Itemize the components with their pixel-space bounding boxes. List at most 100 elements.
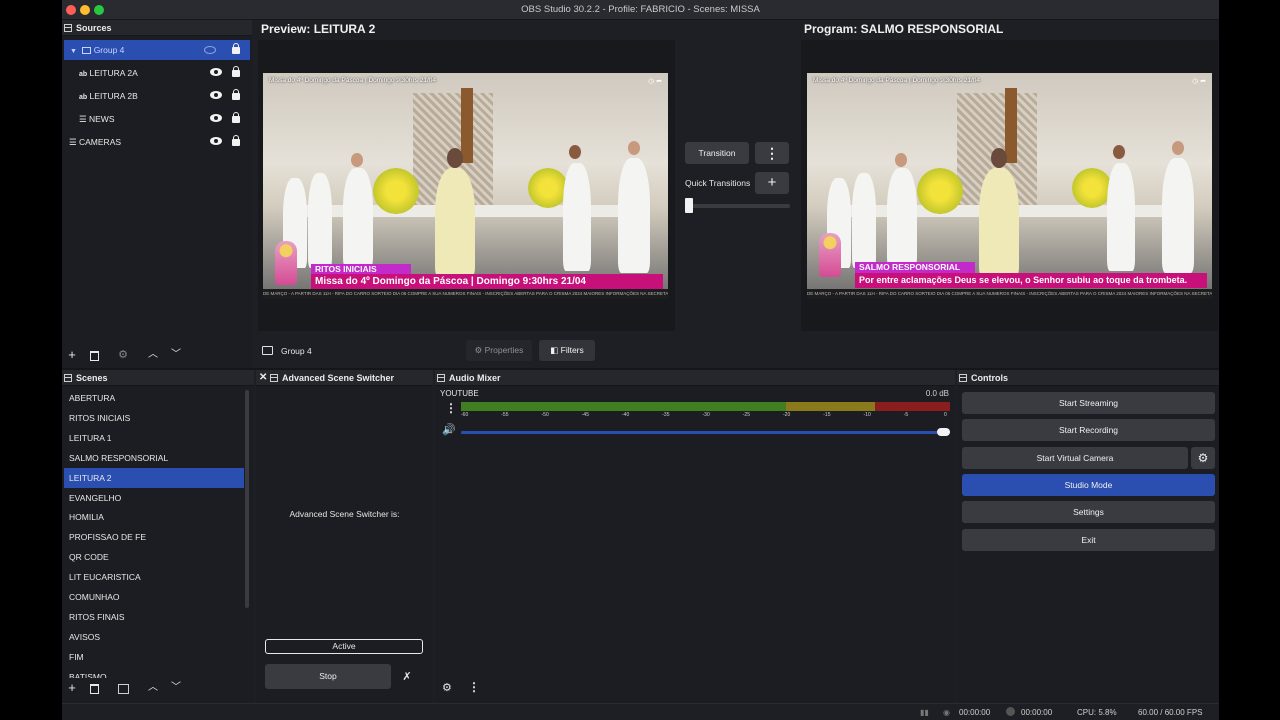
move-down-icon[interactable]: ﹀ xyxy=(168,347,184,363)
source-item-leitura-2b[interactable]: ab LEITURA 2B xyxy=(64,86,250,106)
video-person xyxy=(852,173,876,268)
eye-icon[interactable] xyxy=(210,68,222,76)
streaming-status-icon: ◉ xyxy=(943,708,950,717)
trash-icon[interactable] xyxy=(90,351,99,361)
stream-time: 00:00:00 xyxy=(959,708,991,717)
gear-icon[interactable]: ⚙ xyxy=(115,347,131,363)
add-scene-button[interactable]: + xyxy=(64,680,80,696)
lower-third-big: Missa do 4º Domingo da Páscoa | Domingo … xyxy=(311,274,663,289)
start-streaming-button[interactable]: Start Streaming xyxy=(962,392,1215,414)
eye-icon[interactable] xyxy=(210,91,222,99)
lock-icon[interactable] xyxy=(232,112,240,123)
scene-item[interactable]: FIM xyxy=(64,647,244,667)
add-quick-transition-button[interactable]: + xyxy=(755,172,789,194)
lock-icon[interactable] xyxy=(232,89,240,100)
scene-item[interactable]: LIT EUCARISTICA xyxy=(64,567,244,587)
transition-button[interactable]: Transition xyxy=(685,142,749,164)
eye-icon[interactable] xyxy=(210,137,222,145)
sources-title: Sources xyxy=(76,23,112,33)
lock-icon[interactable] xyxy=(232,66,240,77)
audio-mixer-header: Audio Mixer xyxy=(435,370,955,386)
scene-item[interactable]: EVANGELHO xyxy=(64,488,244,508)
gear-icon: ⚙ xyxy=(474,345,483,355)
scene-item[interactable]: RITOS INICIAIS xyxy=(64,408,244,428)
scene-item[interactable]: AVISOS xyxy=(64,627,244,647)
move-up-icon[interactable]: ︿ xyxy=(145,680,161,696)
video-crucifix xyxy=(1005,88,1017,163)
video-flowers xyxy=(373,168,419,214)
transition-slider-track[interactable] xyxy=(688,204,790,208)
audio-meter-scale: -60 -55 -50 -45 -40 -35 -30 -25 -20 -15 -10 -5 0 xyxy=(461,411,950,421)
transition-slider-handle[interactable] xyxy=(685,198,693,213)
transition-menu-button[interactable]: ⋮ xyxy=(755,142,789,164)
start-virtual-camera-button[interactable]: Start Virtual Camera xyxy=(962,447,1188,469)
add-source-button[interactable]: + xyxy=(64,347,80,363)
meter-scale-label: -60 xyxy=(461,412,469,418)
video-flowers xyxy=(528,168,568,208)
scene-list: ABERTURA RITOS INICIAIS LEITURA 1 SALMO RES… xyxy=(62,388,248,678)
scene-item[interactable]: BATISMO xyxy=(64,667,244,678)
scene-item[interactable]: PROFISSAO DE FE xyxy=(64,527,244,547)
start-recording-button[interactable]: Start Recording xyxy=(962,419,1215,441)
scene-switcher-stop-button[interactable]: Stop xyxy=(265,664,391,689)
scene-item[interactable]: SALMO RESPONSORIAL xyxy=(64,448,244,468)
meter-scale-label: -55 xyxy=(501,412,509,418)
scene-list-scrollbar[interactable] xyxy=(245,390,249,608)
scene-item[interactable]: LEITURA 1 xyxy=(64,428,244,448)
meter-scale-label: -50 xyxy=(541,412,549,418)
audio-menu-icon[interactable]: ⋮ xyxy=(468,680,480,694)
scene-item[interactable]: COMUNHAO xyxy=(64,587,244,607)
source-item-cameras[interactable]: ☰ CAMERAS xyxy=(64,132,250,152)
scene-switcher-title: Advanced Scene Switcher xyxy=(282,373,395,383)
properties-button[interactable]: ⚙ Properties xyxy=(466,340,532,361)
move-up-icon[interactable]: ︿ xyxy=(145,347,161,363)
lock-icon[interactable] xyxy=(232,43,240,54)
eye-icon[interactable] xyxy=(210,114,222,122)
tools-icon[interactable]: ✗ xyxy=(398,668,416,686)
gear-icon[interactable]: ⚙ xyxy=(1191,447,1215,469)
scene-item[interactable]: QR CODE xyxy=(64,547,244,567)
chevron-down-icon[interactable]: ▼ xyxy=(70,48,77,55)
speaker-icon[interactable]: 🔊 xyxy=(442,423,456,436)
trash-icon[interactable] xyxy=(90,684,99,694)
filters-button[interactable]: ◧ Filters xyxy=(539,340,595,361)
controls-dock: Controls Start Streaming Start Recording… xyxy=(957,370,1219,703)
gear-icon[interactable]: ⚙ xyxy=(442,681,452,694)
meter-scale-label: -45 xyxy=(581,412,589,418)
source-label: LEITURA 2B xyxy=(89,91,138,101)
audio-db-value: 0.0 dB xyxy=(925,389,949,398)
volume-slider-track[interactable] xyxy=(461,431,950,434)
video-person xyxy=(979,168,1019,278)
preview-video: Missa do 4º Domingo da Páscoa | Domingo … xyxy=(263,73,668,299)
move-down-icon[interactable]: ﹀ xyxy=(168,680,184,696)
source-item-news[interactable]: ☰ NEWS xyxy=(64,109,250,129)
studio-mode-button[interactable]: Studio Mode xyxy=(962,474,1215,496)
close-icon[interactable]: ✕ xyxy=(259,370,267,386)
source-item-group-4[interactable]: ▼ Group 4 xyxy=(64,40,250,60)
video-person xyxy=(569,145,581,159)
exit-button[interactable]: Exit xyxy=(962,529,1215,551)
filter-icon[interactable] xyxy=(118,684,129,694)
filter-icon: ◧ xyxy=(550,345,559,355)
volume-slider-handle[interactable] xyxy=(937,428,950,436)
eye-hidden-icon[interactable] xyxy=(204,46,216,54)
source-item-leitura-2a[interactable]: ab LEITURA 2A xyxy=(64,63,250,83)
audio-channel-menu-icon[interactable]: ⋮ xyxy=(445,401,457,415)
dock-icon xyxy=(437,374,445,382)
lock-icon[interactable] xyxy=(232,135,240,146)
scene-item[interactable]: RITOS FINAIS xyxy=(64,607,244,627)
video-ticker: DE MARÇO - A PARTIR DAS 11H - RIFA DO CA… xyxy=(263,289,668,299)
video-share-icon: ◷ ➦ xyxy=(1192,78,1206,85)
video-ticker: DE MARÇO - A PARTIR DAS 11H - RIFA DO CA… xyxy=(807,289,1212,299)
scene-item[interactable]: ABERTURA xyxy=(64,388,244,408)
video-person xyxy=(435,168,475,278)
scene-item[interactable]: LEITURA 2 xyxy=(64,467,244,488)
video-saint-figure xyxy=(275,241,297,285)
controls-title: Controls xyxy=(971,373,1008,383)
dock-icon xyxy=(959,374,967,382)
source-label: LEITURA 2A xyxy=(89,68,138,78)
source-label: Group 4 xyxy=(93,45,125,55)
meter-green-zone xyxy=(461,402,786,411)
scene-item[interactable]: HOMILIA xyxy=(64,507,244,527)
settings-button[interactable]: Settings xyxy=(962,501,1215,523)
